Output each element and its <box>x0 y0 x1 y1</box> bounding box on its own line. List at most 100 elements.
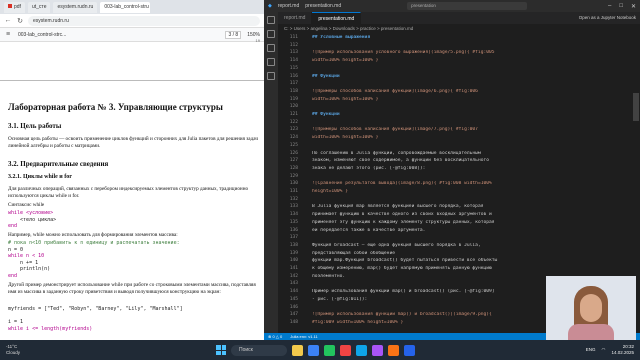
clock[interactable]: 20:32 14.02.2025 <box>611 344 634 356</box>
line-number: 114 <box>289 58 298 64</box>
reload-icon[interactable]: ↻ <box>16 17 24 25</box>
browser-tabstrip: pdf ut_cтe esystem.rudn.ru 003-lab_contr… <box>0 0 264 14</box>
windows-start-icon[interactable] <box>216 345 226 355</box>
pdf-icon <box>8 4 12 9</box>
code-line[interactable]: применяет эту функцию к каждому элементу… <box>312 220 630 225</box>
line-number: 111 <box>289 35 298 40</box>
paragraph: Основная цель работы — освоить применени… <box>8 136 258 149</box>
zoom-level[interactable]: 150% <box>247 32 260 38</box>
taskbar-app-icon[interactable] <box>308 344 319 356</box>
line-number: 143 <box>289 281 298 287</box>
editor-tab-active[interactable]: presentation.md <box>312 12 362 24</box>
problems-indicator[interactable]: ⊗ 0 △ 0 <box>268 334 282 339</box>
line-number: 142 <box>289 273 298 279</box>
code-line[interactable]: ![Примеры способов написания функции](im… <box>312 89 630 94</box>
line-number: 117 <box>289 81 298 87</box>
system-tray: ENG ◠ 20:32 14.02.2025 <box>586 344 634 356</box>
line-number: 148 <box>289 319 298 325</box>
code-line[interactable]: к общему измерению, map() будет напрямую… <box>312 266 630 271</box>
line-number: 137 <box>289 235 298 241</box>
run-debug-icon[interactable] <box>267 58 275 66</box>
code-line[interactable]: ## Функции <box>312 112 630 117</box>
code-line[interactable]: ![Сравнение результатов вывода](image/8.… <box>312 181 630 186</box>
paragraph: Другой пример демонстрирует использовани… <box>8 282 256 295</box>
vscode-titlebar: ◆ report.md presentation.md presentation… <box>264 0 640 12</box>
line-number: 140 <box>289 258 298 264</box>
taskbar-app-icon[interactable] <box>404 344 415 356</box>
weather-widget[interactable]: -11°C Cloudy <box>6 344 66 356</box>
title-tab[interactable]: report.md <box>278 3 299 9</box>
code-line[interactable]: width=100% height=100% } <box>312 97 630 102</box>
maximize-icon[interactable]: □ <box>619 3 623 10</box>
code-line[interactable]: ![Примеры способов написания функции](im… <box>312 127 630 132</box>
line-number: 120 <box>289 104 298 110</box>
explorer-icon[interactable] <box>267 16 275 24</box>
wifi-icon[interactable]: ◠ <box>602 347 606 353</box>
title-tab[interactable]: presentation.md <box>305 3 341 9</box>
line-number: 133 <box>289 204 298 210</box>
line-number: 116 <box>289 73 298 79</box>
back-icon[interactable]: ← <box>4 17 12 24</box>
language-indicator[interactable]: ENG <box>586 347 596 353</box>
code-line[interactable]: ей передаётся также в качестве аргумента… <box>312 228 630 233</box>
line-number: 122 <box>289 119 298 125</box>
taskbar-app-icon[interactable] <box>292 344 303 356</box>
webcam-overlay <box>546 276 636 340</box>
source-control-icon[interactable] <box>267 44 275 52</box>
taskbar-app-icon[interactable] <box>356 344 367 356</box>
close-icon[interactable]: ✕ <box>631 3 636 10</box>
address-bar-row: ← ↻ esystem.rudn.ru <box>0 14 264 28</box>
menu-icon[interactable]: ≡ <box>4 31 12 38</box>
line-number: 138 <box>289 242 298 248</box>
code-line[interactable]: width=100% height=100% } <box>312 135 630 140</box>
taskbar-search[interactable]: Поиск <box>231 344 287 356</box>
line-number: 136 <box>289 227 298 233</box>
browser-tab[interactable]: pdf <box>4 1 25 13</box>
vscode-logo-icon: ◆ <box>268 3 272 9</box>
breadcrumb[interactable]: C: > Users > angelina > Downloads > prac… <box>278 24 640 33</box>
julia-env[interactable]: Julia env: v1.11 <box>290 334 318 339</box>
taskbar-app-icon[interactable] <box>340 344 351 356</box>
line-number: 130 <box>289 181 298 187</box>
line-number: 131 <box>289 189 298 194</box>
code-block: # пока n<10 прибавить к n единицу и расп… <box>8 240 180 279</box>
activity-bar <box>264 12 278 340</box>
scrollbar-thumb[interactable] <box>633 93 639 121</box>
line-number: 147 <box>289 312 298 318</box>
code-line[interactable]: width=100% height=100% } <box>312 58 630 63</box>
code-line[interactable]: знаком, изменяют свое содержимое, а функ… <box>312 158 630 163</box>
code-line[interactable]: Функция broadcast — ещё одна функция выс… <box>312 243 630 248</box>
page-indicator[interactable]: 3 / 8 <box>225 30 242 39</box>
code-line[interactable]: ## Условные выражения <box>312 35 630 40</box>
browser-window: pdf ut_cтe esystem.rudn.ru 003-lab_contr… <box>0 0 264 340</box>
section-heading: 3.2. Предварительные сведения <box>8 160 109 168</box>
browser-tab[interactable]: esystem.rudn.ru <box>53 1 98 13</box>
code-line[interactable]: В Julia функция map является функцией вы… <box>312 204 630 209</box>
code-line[interactable]: функции map.Функция broadcast() будет пы… <box>312 258 630 263</box>
code-line[interactable]: представляющая собой обобщение <box>312 251 630 256</box>
taskbar-app-icon[interactable] <box>372 344 383 356</box>
code-line[interactable]: height=100% } <box>312 189 630 194</box>
code-line[interactable]: ![Пример использования условного выражен… <box>312 50 630 55</box>
line-number: 115 <box>289 65 298 71</box>
open-notebook-button[interactable]: Open as a Jupyter Notebook <box>579 12 640 24</box>
search-icon[interactable] <box>267 30 275 38</box>
taskbar: -11°C Cloudy Поиск ENG ◠ 20:32 14.02.202… <box>0 340 640 360</box>
minimize-icon[interactable]: – <box>608 3 611 10</box>
browser-tab[interactable]: ut_cтe <box>27 1 51 13</box>
line-number: 129 <box>289 173 298 179</box>
code-block: while <условие> <тело цикла> end <box>8 210 57 229</box>
browser-tab-active[interactable]: 003-lab_control-stru <box>100 1 151 13</box>
address-bar[interactable]: esystem.rudn.ru <box>28 15 260 26</box>
command-search[interactable]: presentation <box>407 2 528 10</box>
code-line[interactable]: принимает функцию в качестве одного из с… <box>312 212 630 217</box>
code-line[interactable]: знака не делают этого (рис. [-@fig:008])… <box>312 166 630 171</box>
taskbar-app-icon[interactable] <box>324 344 335 356</box>
code-line[interactable]: ## Функции <box>312 74 630 79</box>
editor-tab[interactable]: report.md <box>278 12 313 24</box>
extensions-icon[interactable] <box>267 72 275 80</box>
code-line[interactable]: По соглашению в Julia функции, сопровожд… <box>312 151 630 156</box>
line-number: 127 <box>289 158 298 164</box>
taskbar-app-icon[interactable] <box>388 344 399 356</box>
subsection-heading: 3.2.1. Циклы while и for <box>8 174 72 180</box>
